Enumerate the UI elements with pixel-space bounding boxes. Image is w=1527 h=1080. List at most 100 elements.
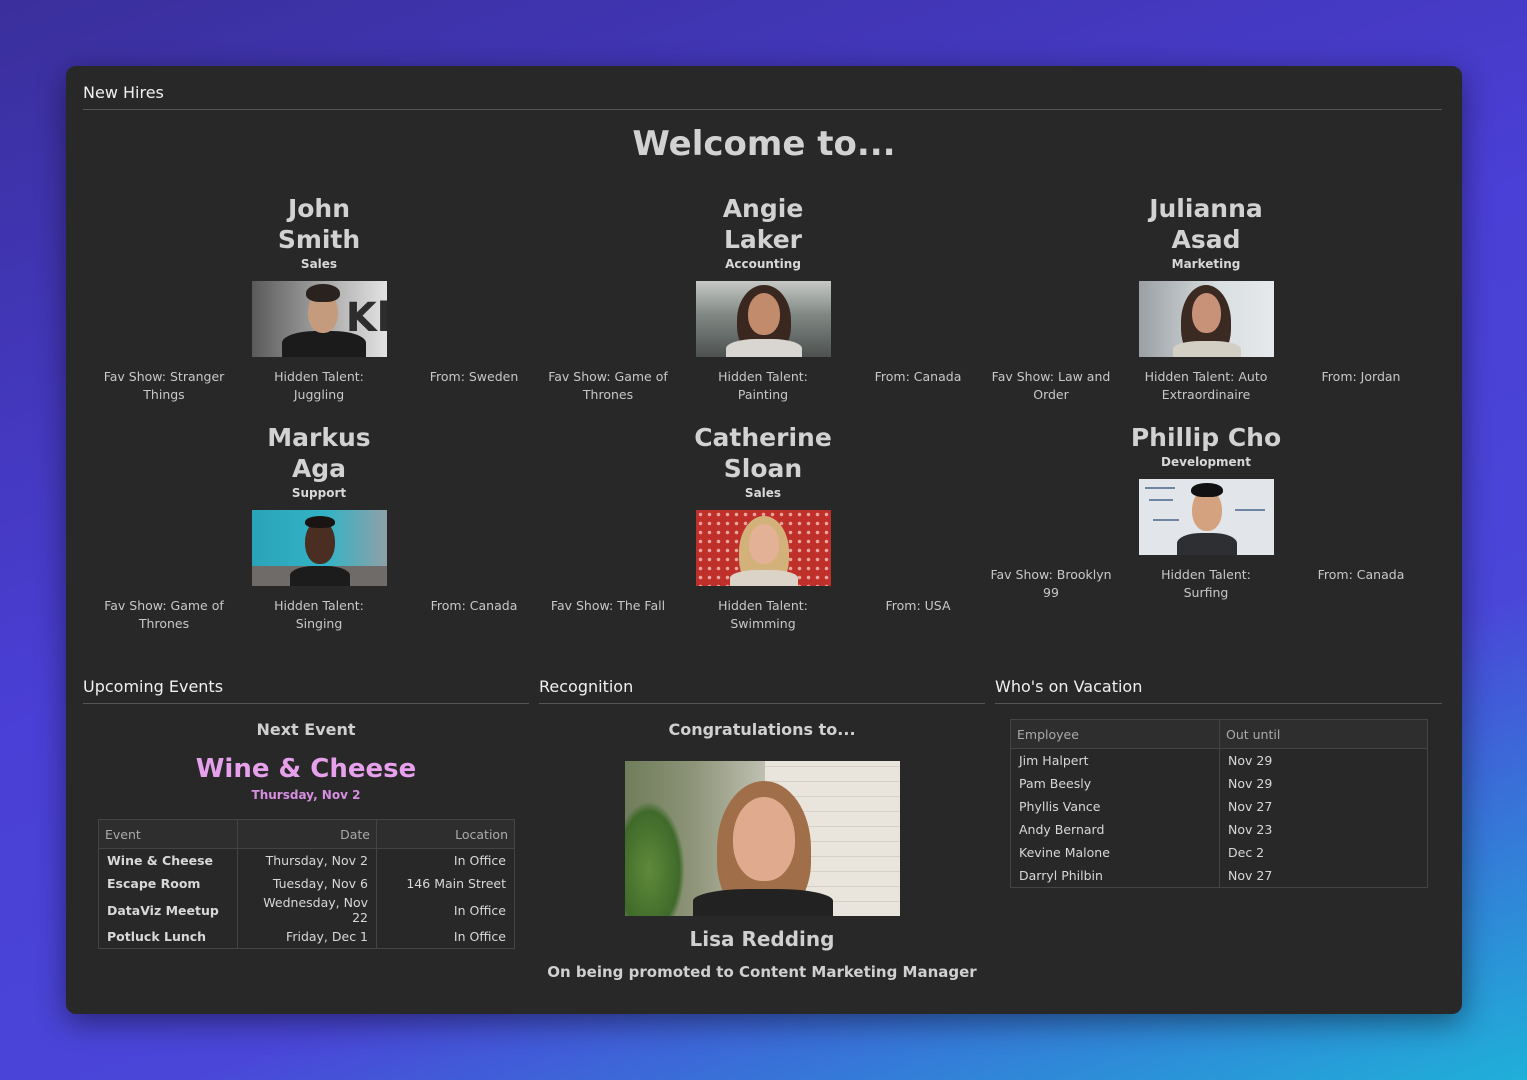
hire-department: Sales xyxy=(744,486,782,500)
column-header-location[interactable]: Location xyxy=(376,819,515,849)
hire-card: Catherine Sloan Sales Fav Show: The Fall… xyxy=(543,422,983,633)
location-cell: In Office xyxy=(376,895,515,925)
date-cell: Wednesday, Nov 22 xyxy=(237,895,377,925)
hire-hidden-talent: Hidden Talent: Painting xyxy=(718,369,808,402)
hire-name: Phillip Cho xyxy=(1130,423,1282,452)
employee-cell: Jim Halpert xyxy=(1010,748,1220,772)
employee-cell: Andy Bernard xyxy=(1010,818,1220,841)
event-cell: DataViz Meetup xyxy=(98,895,238,925)
recognition-name: Lisa Redding xyxy=(689,927,835,951)
table-row: Pam Beesly Nov 29 xyxy=(1010,772,1428,795)
hire-photo: Kl xyxy=(251,281,387,357)
divider xyxy=(83,109,1442,110)
hire-fav-show: Fav Show: The Fall xyxy=(550,598,666,613)
date-cell: Tuesday, Nov 6 xyxy=(237,872,377,895)
employee-cell: Phyllis Vance xyxy=(1010,795,1220,818)
event-cell: Escape Room xyxy=(98,872,238,895)
table-row: Kevine Malone Dec 2 xyxy=(1010,841,1428,864)
dashboard-panel: New Hires Welcome to... John Smith Sales… xyxy=(66,66,1462,1014)
recognition-title: Recognition xyxy=(539,677,634,696)
hire-card: Julianna Asad Marketing Fav Show: Law an… xyxy=(986,193,1426,404)
out-until-cell: Nov 29 xyxy=(1219,748,1428,772)
out-until-cell: Nov 27 xyxy=(1219,795,1428,818)
hire-fav-show: Fav Show: Stranger Things xyxy=(103,369,225,402)
hire-fav-show: Fav Show: Law and Order xyxy=(991,369,1111,402)
hire-hidden-talent: Hidden Talent: Singing xyxy=(274,598,364,631)
hire-card: Angie Laker Accounting Fav Show: Game of… xyxy=(543,193,983,404)
table-row: Escape Room Tuesday, Nov 6 146 Main Stre… xyxy=(98,872,515,895)
hire-card: John Smith Sales Kl Fav Show: Stranger T… xyxy=(99,193,539,404)
hire-department: Support xyxy=(291,486,347,500)
hire-photo xyxy=(1138,281,1274,357)
date-cell: Thursday, Nov 2 xyxy=(237,848,377,872)
employee-cell: Pam Beesly xyxy=(1010,772,1220,795)
location-cell: In Office xyxy=(376,925,515,949)
hire-department: Development xyxy=(1161,455,1251,469)
hire-department: Sales xyxy=(300,257,338,271)
table-row: Andy Bernard Nov 23 xyxy=(1010,818,1428,841)
location-cell: 146 Main Street xyxy=(376,872,515,895)
employee-cell: Darryl Philbin xyxy=(1010,864,1220,888)
hire-department: Marketing xyxy=(1171,257,1241,271)
hire-card: Markus Aga Support Fav Show: Game of Thr… xyxy=(99,422,539,633)
column-header-out-until[interactable]: Out until xyxy=(1219,719,1428,749)
vacation-table: Employee Out until Jim Halpert Nov 29 Pa… xyxy=(1010,719,1428,888)
hire-hidden-talent: Hidden Talent: Juggling xyxy=(274,369,364,402)
next-event-label: Next Event xyxy=(256,720,356,739)
hire-name: Angie Laker xyxy=(722,194,804,254)
hire-fav-show: Fav Show: Brooklyn 99 xyxy=(990,567,1112,600)
upcoming-events-title: Upcoming Events xyxy=(83,677,224,696)
new-hires-title: New Hires xyxy=(83,83,164,102)
hire-department: Accounting xyxy=(725,257,801,271)
divider xyxy=(83,703,529,704)
event-cell: Wine & Cheese xyxy=(98,848,238,872)
hire-from: From: Canada xyxy=(1317,567,1405,582)
next-event-name: Wine & Cheese xyxy=(195,754,417,784)
table-row: Jim Halpert Nov 29 xyxy=(1010,748,1428,772)
table-row: DataViz Meetup Wednesday, Nov 22 In Offi… xyxy=(98,895,515,925)
events-table: Event Date Location Wine & Cheese Thursd… xyxy=(98,819,515,949)
hire-hidden-talent: Hidden Talent: Surfing xyxy=(1161,567,1251,600)
out-until-cell: Nov 29 xyxy=(1219,772,1428,795)
hire-name: Julianna Asad xyxy=(1149,194,1263,254)
hire-fav-show: Fav Show: Game of Thrones xyxy=(104,598,224,631)
hire-hidden-talent: Hidden Talent: Swimming xyxy=(718,598,808,631)
hire-photo xyxy=(695,510,831,586)
next-event-date: Thursday, Nov 2 xyxy=(251,788,361,802)
divider xyxy=(995,703,1442,704)
hire-from: From: USA xyxy=(885,598,951,613)
out-until-cell: Dec 2 xyxy=(1219,841,1428,864)
hire-photo xyxy=(1138,479,1274,555)
divider xyxy=(539,703,985,704)
column-header-event[interactable]: Event xyxy=(98,819,238,849)
hire-card: Phillip Cho Development Fav Show: Brookl… xyxy=(986,422,1426,602)
hire-name: Catherine Sloan xyxy=(694,423,832,483)
vacation-title: Who's on Vacation xyxy=(995,677,1143,696)
table-row: Phyllis Vance Nov 27 xyxy=(1010,795,1428,818)
event-cell: Potluck Lunch xyxy=(98,925,238,949)
hire-from: From: Canada xyxy=(874,369,962,384)
column-header-date[interactable]: Date xyxy=(237,819,377,849)
recognition-reason: On being promoted to Content Marketing M… xyxy=(547,963,977,981)
out-until-cell: Nov 27 xyxy=(1219,864,1428,888)
date-cell: Friday, Dec 1 xyxy=(237,925,377,949)
table-row: Potluck Lunch Friday, Dec 1 In Office xyxy=(98,925,515,949)
hire-fav-show: Fav Show: Game of Thrones xyxy=(548,369,668,402)
congratulations-label: Congratulations to... xyxy=(668,720,856,739)
recognition-photo xyxy=(625,761,900,916)
hire-photo xyxy=(251,510,387,586)
out-until-cell: Nov 23 xyxy=(1219,818,1428,841)
table-row: Wine & Cheese Thursday, Nov 2 In Office xyxy=(98,848,515,872)
hire-name: John Smith xyxy=(277,194,361,254)
table-row: Darryl Philbin Nov 27 xyxy=(1010,864,1428,888)
hire-from: From: Jordan xyxy=(1321,369,1401,384)
location-cell: In Office xyxy=(376,848,515,872)
welcome-heading: Welcome to... xyxy=(632,124,896,164)
hire-from: From: Canada xyxy=(430,598,518,613)
hire-photo xyxy=(695,281,831,357)
hire-from: From: Sweden xyxy=(429,369,519,384)
hire-name: Markus Aga xyxy=(267,423,371,483)
column-header-employee[interactable]: Employee xyxy=(1010,719,1220,749)
employee-cell: Kevine Malone xyxy=(1010,841,1220,864)
hire-hidden-talent: Hidden Talent: Auto Extraordinaire xyxy=(1144,369,1268,402)
